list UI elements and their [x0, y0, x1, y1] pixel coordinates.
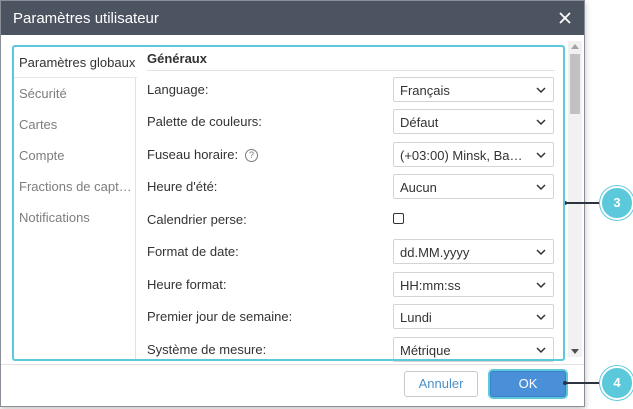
persian-calendar-label: Calendrier perse: — [147, 212, 247, 227]
dst-select[interactable]: Aucun — [393, 174, 554, 199]
timezone-select[interactable]: (+03:00) Minsk, Baghdad — [393, 142, 554, 167]
user-settings-dialog: Paramètres utilisateur Paramètres globau… — [0, 0, 585, 407]
section-divider — [147, 70, 555, 71]
scrollbar-thumb[interactable] — [570, 54, 580, 114]
first-day-label: Premier jour de semaine: — [147, 309, 293, 324]
palette-row: Palette de couleurs: Défaut — [147, 109, 555, 134]
callout-connector — [565, 382, 602, 384]
date-format-row: Format de date: dd.MM.yyyy — [147, 239, 555, 264]
time-format-row: Heure format: HH:mm:ss — [147, 272, 555, 297]
dst-label: Heure d'été: — [147, 179, 218, 194]
units-select[interactable]: Métrique — [393, 337, 554, 362]
date-format-value: dd.MM.yyyy — [400, 245, 470, 260]
timezone-label-wrap: Fuseau horaire:? — [147, 147, 259, 162]
chevron-down-icon — [536, 249, 546, 256]
units-value: Métrique — [400, 343, 451, 358]
callout-connector — [565, 202, 602, 204]
tab-maps[interactable]: Cartes — [14, 109, 135, 140]
scroll-up-icon[interactable] — [571, 44, 579, 49]
callout-badge-3: 3 — [600, 186, 633, 220]
tab-sensor-fractions[interactable]: Fractions de capteurs — [14, 171, 135, 202]
callout-badge-4: 4 — [600, 366, 633, 400]
language-row: Language: Français — [147, 77, 555, 102]
first-day-value: Lundi — [400, 310, 432, 325]
language-select[interactable]: Français — [393, 77, 554, 102]
dialog-titlebar: Paramètres utilisateur — [1, 1, 584, 35]
scroll-down-icon[interactable] — [571, 349, 579, 354]
date-format-select[interactable]: dd.MM.yyyy — [393, 239, 554, 264]
tab-global-settings[interactable]: Paramètres globaux — [14, 47, 137, 78]
time-format-select[interactable]: HH:mm:ss — [393, 272, 554, 297]
persian-calendar-row: Calendrier perse: — [147, 207, 555, 232]
timezone-label: Fuseau horaire: — [147, 147, 239, 162]
cancel-button[interactable]: Annuler — [404, 371, 478, 397]
tab-security[interactable]: Sécurité — [14, 78, 135, 109]
chevron-down-icon — [536, 347, 546, 354]
first-day-row: Premier jour de semaine: Lundi — [147, 304, 555, 329]
timezone-value: (+03:00) Minsk, Baghdad — [400, 148, 528, 163]
tab-account[interactable]: Compte — [14, 140, 135, 171]
first-day-select[interactable]: Lundi — [393, 304, 554, 329]
vertical-scrollbar[interactable] — [568, 41, 582, 357]
tab-notifications[interactable]: Notifications — [14, 202, 135, 233]
language-value: Français — [400, 83, 450, 98]
chevron-down-icon — [536, 314, 546, 321]
footer-divider — [1, 364, 584, 365]
dialog-title: Paramètres utilisateur — [13, 10, 159, 27]
ok-button[interactable]: OK — [490, 371, 566, 397]
timezone-row: Fuseau horaire:? (+03:00) Minsk, Baghdad — [147, 142, 555, 167]
help-icon[interactable]: ? — [245, 149, 259, 162]
section-title: Généraux — [147, 51, 207, 66]
palette-label: Palette de couleurs: — [147, 114, 262, 129]
time-format-label: Heure format: — [147, 277, 227, 292]
chevron-down-icon — [536, 119, 546, 126]
persian-calendar-checkbox[interactable] — [393, 213, 404, 224]
dst-row: Heure d'été: Aucun — [147, 174, 555, 199]
settings-tabs: Paramètres globaux Sécurité Cartes Compt… — [14, 47, 137, 359]
units-row: Système de mesure: Métrique — [147, 337, 555, 362]
palette-select[interactable]: Défaut — [393, 109, 554, 134]
chevron-down-icon — [536, 87, 546, 94]
date-format-label: Format de date: — [147, 244, 239, 259]
chevron-down-icon — [536, 152, 546, 159]
units-label: Système de mesure: — [147, 342, 267, 357]
chevron-down-icon — [536, 184, 546, 191]
time-format-value: HH:mm:ss — [400, 278, 461, 293]
language-label: Language: — [147, 82, 209, 97]
palette-value: Défaut — [400, 115, 439, 130]
dst-value: Aucun — [400, 180, 437, 195]
close-icon[interactable] — [554, 7, 576, 29]
chevron-down-icon — [536, 282, 546, 289]
